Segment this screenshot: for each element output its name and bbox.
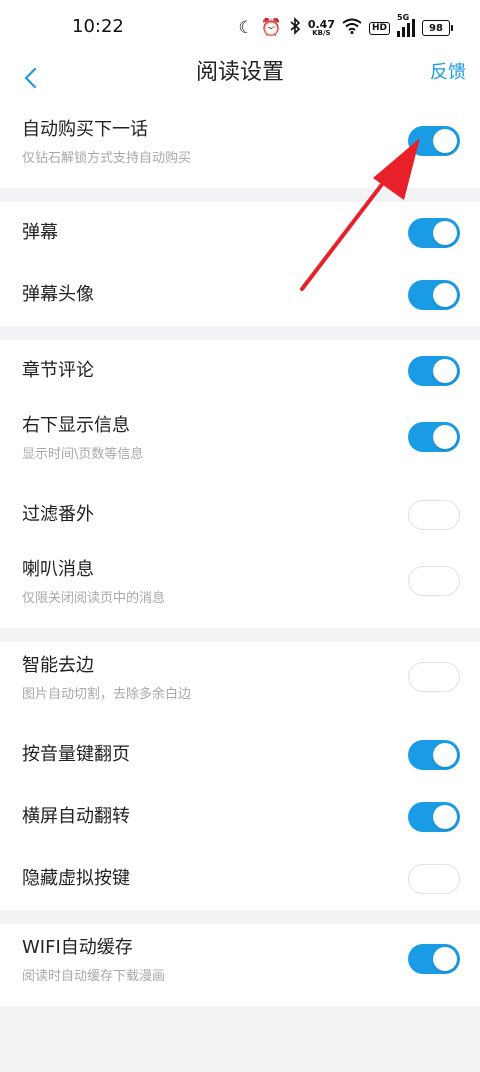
settings-group: 自动购买下一话仅钻石解锁方式支持自动购买 [0, 106, 480, 188]
toggle-switch[interactable] [408, 218, 460, 248]
feedback-button[interactable]: 反馈 [430, 58, 466, 88]
toggle-switch[interactable] [408, 740, 460, 770]
setting-row-danmaku-avatar[interactable]: 弹幕头像 [0, 264, 480, 326]
hd-badge: HD [368, 21, 390, 35]
setting-row-danmaku[interactable]: 弹幕 [0, 202, 480, 264]
setting-label: 弹幕头像 [22, 284, 94, 305]
status-time: 10:22 [72, 16, 124, 37]
toggle-switch[interactable] [408, 662, 460, 692]
status-bar: 10:22 ☾ ⏰ 0.47 KB/S HD 5G 98 [0, 0, 480, 56]
toggle-switch[interactable] [408, 280, 460, 310]
alarm-icon: ⏰ [260, 17, 282, 38]
toggle-switch[interactable] [408, 864, 460, 894]
setting-label: 按音量键翻页 [22, 744, 130, 765]
toggle-switch[interactable] [408, 802, 460, 832]
settings-group: 弹幕 弹幕头像 [0, 202, 480, 326]
toggle-knob [433, 283, 457, 307]
settings-group: 智能去边图片自动切割，去除多余白边按音量键翻页 横屏自动翻转 隐藏虚拟按键 [0, 642, 480, 910]
setting-label: 弹幕 [22, 222, 58, 243]
toggle-knob [411, 569, 435, 593]
signal-5g-label: 5G [397, 13, 410, 22]
toggle-knob [411, 665, 435, 689]
setting-description: 显示时间\页数等信息 [22, 447, 144, 462]
toggle-knob [433, 129, 457, 153]
toggle-switch[interactable] [408, 944, 460, 974]
setting-label: 智能去边 [22, 655, 94, 676]
setting-row-smart-crop[interactable]: 智能去边图片自动切割，去除多余白边 [0, 642, 480, 724]
setting-label: 右下显示信息 [22, 415, 130, 436]
signal-icon: 5G [397, 13, 415, 37]
setting-label: 自动购买下一话 [22, 119, 148, 140]
toggle-switch[interactable] [408, 566, 460, 596]
setting-label: 喇叭消息 [22, 559, 94, 580]
setting-row-speaker-messages[interactable]: 喇叭消息仅限关闭阅读页中的消息 [0, 546, 480, 628]
setting-row-chapter-comments[interactable]: 章节评论 [0, 340, 480, 402]
setting-row-volume-key-turn[interactable]: 按音量键翻页 [0, 724, 480, 786]
toggle-switch[interactable] [408, 422, 460, 452]
setting-row-landscape-auto-rotate[interactable]: 横屏自动翻转 [0, 786, 480, 848]
settings-group: 章节评论右下显示信息显示时间\页数等信息过滤番外喇叭消息仅限关闭阅读页中的消息 [0, 340, 480, 628]
setting-row-auto-buy-next[interactable]: 自动购买下一话仅钻石解锁方式支持自动购买 [0, 106, 480, 188]
toggle-knob [433, 947, 457, 971]
toggle-knob [411, 867, 435, 891]
setting-row-filter-extras[interactable]: 过滤番外 [0, 484, 480, 546]
toggle-switch[interactable] [408, 126, 460, 156]
setting-description: 仅钻石解锁方式支持自动购买 [22, 151, 192, 166]
toggle-knob [433, 425, 457, 449]
setting-label: 章节评论 [22, 360, 94, 381]
setting-label: 隐藏虚拟按键 [22, 868, 130, 889]
wifi-icon [342, 18, 362, 38]
bluetooth-icon [289, 17, 301, 39]
battery-icon: 98 [422, 20, 453, 36]
setting-row-bottom-right-info[interactable]: 右下显示信息显示时间\页数等信息 [0, 402, 480, 484]
toggle-switch[interactable] [408, 356, 460, 386]
setting-description: 阅读时自动缓存下载漫画 [22, 969, 166, 984]
setting-row-hide-virtual-keys[interactable]: 隐藏虚拟按键 [0, 848, 480, 910]
battery-level: 98 [429, 22, 443, 34]
toggle-knob [433, 359, 457, 383]
status-icons: ☾ ⏰ 0.47 KB/S HD 5G 98 [238, 13, 453, 42]
moon-icon: ☾ [238, 17, 254, 38]
toggle-knob [433, 221, 457, 245]
settings-group: WIFI自动缓存阅读时自动缓存下载漫画 [0, 924, 480, 1006]
setting-label: WIFI自动缓存 [22, 937, 133, 958]
network-speed: 0.47 KB/S [308, 19, 335, 37]
setting-row-wifi-auto-cache[interactable]: WIFI自动缓存阅读时自动缓存下载漫画 [0, 924, 480, 1006]
setting-description: 图片自动切割，去除多余白边 [22, 687, 192, 702]
toggle-knob [433, 805, 457, 829]
setting-label: 过滤番外 [22, 504, 94, 525]
toggle-knob [433, 743, 457, 767]
setting-description: 仅限关闭阅读页中的消息 [22, 591, 166, 606]
page-title: 阅读设置 [195, 60, 284, 85]
toggle-switch[interactable] [408, 500, 460, 530]
settings-list: 自动购买下一话仅钻石解锁方式支持自动购买弹幕弹幕头像章节评论右下显示信息显示时间… [0, 106, 480, 1020]
network-speed-unit: KB/S [312, 29, 331, 37]
title-bar: 阅读设置 反馈 [0, 56, 480, 106]
setting-label: 横屏自动翻转 [22, 806, 130, 827]
toggle-knob [411, 503, 435, 527]
